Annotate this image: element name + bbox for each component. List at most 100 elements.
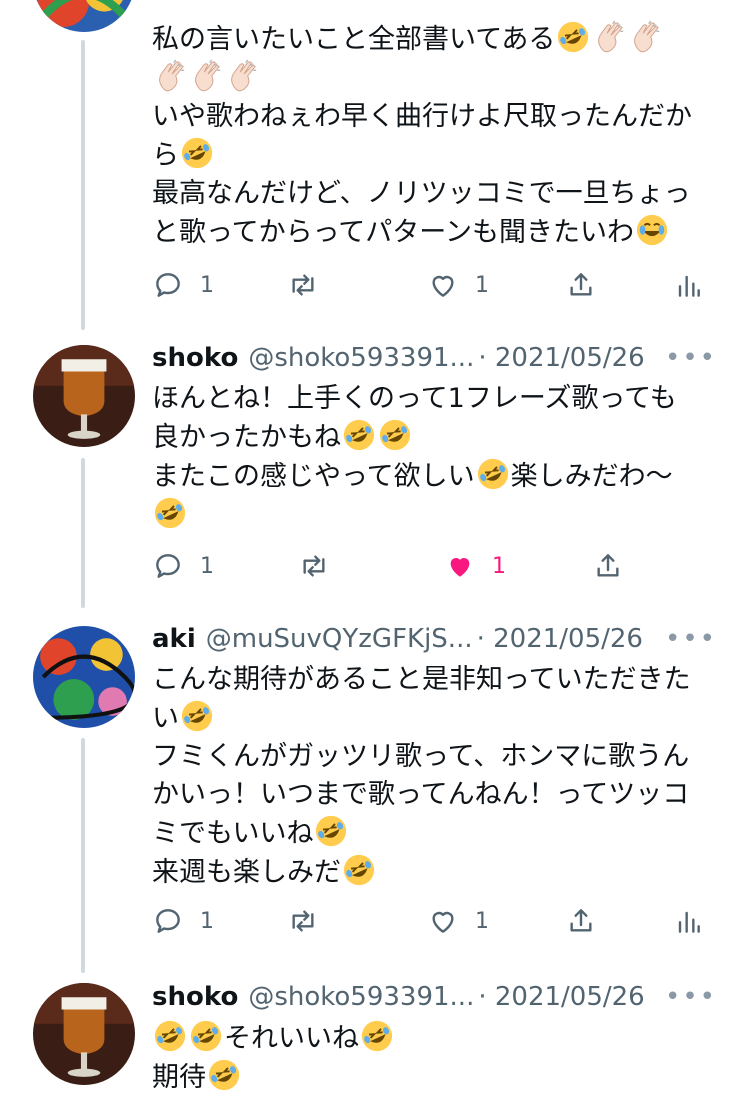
more-icon[interactable]: ••• — [665, 338, 717, 378]
tweet-date[interactable]: · 2021/05/26 — [478, 977, 644, 1017]
share-button[interactable] — [565, 903, 597, 939]
share-button[interactable] — [592, 548, 624, 584]
thread-line — [81, 458, 85, 608]
tweet-actions: 1 1 — [152, 903, 712, 939]
rofl-emoji — [556, 20, 590, 54]
analytics-icon — [678, 911, 700, 933]
like-button[interactable]: 1 — [427, 903, 489, 939]
reply-icon — [156, 554, 180, 578]
rofl-emoji — [342, 418, 376, 452]
tweet-actions: 1 1 — [152, 267, 712, 303]
tweet-date[interactable]: · 2021/05/26 — [478, 338, 644, 378]
reply-count: 1 — [200, 553, 214, 579]
rofl-emoji — [153, 496, 187, 530]
share-button[interactable] — [565, 267, 597, 303]
tweet-line: い — [152, 703, 179, 734]
tweet-line: と歌ってからってパターンも聞きたいわ — [152, 217, 634, 248]
tweet[interactable]: shoko @shoko593391... · 2021/05/26 ••• そ… — [152, 977, 727, 1097]
reply-button[interactable]: 1 — [152, 903, 214, 939]
clap-emoji — [592, 20, 626, 54]
avatar-beer-image — [33, 983, 135, 1085]
more-icon[interactable]: ••• — [665, 977, 717, 1017]
like-icon-filled — [450, 558, 470, 577]
like-button[interactable]: 1 — [427, 267, 489, 303]
analytics-button[interactable] — [672, 903, 704, 939]
like-count: 1 — [475, 908, 489, 934]
retweet-icon — [303, 555, 325, 577]
tweet-line: ほんとね！上手くのって1フレーズ歌っても — [152, 383, 677, 414]
avatar[interactable] — [33, 0, 135, 32]
share-icon — [570, 909, 592, 932]
like-count: 1 — [492, 553, 506, 579]
rofl-emoji — [360, 1019, 394, 1053]
rofl-emoji — [180, 699, 214, 733]
reply-count: 1 — [200, 908, 214, 934]
tweet-text: それいいね 期待 — [152, 1019, 727, 1097]
user-handle[interactable]: @muSuvQYzGFKjS... — [206, 619, 473, 659]
rofl-emoji — [153, 1019, 187, 1053]
analytics-button[interactable] — [672, 267, 704, 303]
retweet-button[interactable] — [287, 903, 319, 939]
like-button[interactable]: 1 — [444, 548, 506, 584]
tweet-line: 来週も楽しみだ — [152, 857, 341, 888]
tweet-line: 私の言いたいこと全部書いてある — [152, 24, 556, 55]
tweet-text: ほんとね！上手くのって1フレーズ歌っても 良かったかもね またこの感じやって欲し… — [152, 380, 727, 535]
clap-emoji — [225, 59, 259, 93]
more-icon[interactable]: ••• — [665, 619, 717, 659]
like-icon — [432, 911, 454, 933]
avatar-art — [33, 0, 135, 32]
rofl-emoji — [189, 1019, 223, 1053]
tweet-header: aki @muSuvQYzGFKjS... · 2021/05/26 — [152, 619, 727, 659]
display-name[interactable]: shoko — [152, 338, 238, 378]
display-name[interactable]: shoko — [152, 977, 238, 1017]
tweet-actions: 1 1 — [152, 548, 712, 584]
tweet-header: shoko @shoko593391... · 2021/05/26 — [152, 977, 727, 1017]
retweet-icon — [292, 910, 314, 932]
rofl-emoji — [314, 814, 348, 848]
tweet-date[interactable]: · 2021/05/26 — [477, 619, 643, 659]
reply-button[interactable]: 1 — [152, 267, 214, 303]
tweet-line: 期待 — [152, 1062, 206, 1093]
avatar[interactable] — [33, 345, 135, 447]
tweet-line: いや歌わねぇわ早く曲行けよ尺取ったんだか — [152, 101, 692, 132]
tweet-line: かいっ！いつまで歌ってんねん！ってツッコ — [152, 779, 690, 810]
tweet[interactable]: 私の言いたいこと全部書いてある いや歌わねぇわ早く曲行けよ尺取ったんだか ら 最… — [152, 18, 727, 252]
retweet-button[interactable] — [287, 267, 319, 303]
tweet-header: shoko @shoko593391... · 2021/05/26 — [152, 338, 727, 378]
tweet-line: ミでもいいね — [152, 818, 314, 849]
share-icon — [597, 554, 619, 577]
user-handle[interactable]: @shoko593391... — [248, 338, 474, 378]
tweet[interactable]: aki @muSuvQYzGFKjS... · 2021/05/26 ••• こ… — [152, 619, 727, 892]
like-icon — [432, 275, 454, 297]
reply-button[interactable]: 1 — [152, 548, 214, 584]
tweet-line: 楽しみだわ〜 — [510, 461, 673, 492]
reply-icon — [156, 909, 180, 933]
reply-icon — [156, 273, 180, 297]
thread-line — [81, 40, 85, 330]
avatar[interactable] — [33, 983, 135, 1085]
retweet-icon — [292, 274, 314, 296]
retweet-button[interactable] — [298, 548, 330, 584]
tweet-line: フミくんがガッツリ歌って、ホンマに歌うん — [152, 741, 690, 772]
tweet[interactable]: shoko @shoko593391... · 2021/05/26 ••• ほ… — [152, 338, 727, 535]
reply-count: 1 — [200, 272, 214, 298]
rofl-emoji — [207, 1058, 241, 1092]
rofl-emoji — [180, 136, 214, 170]
analytics-icon — [678, 275, 700, 297]
share-icon — [570, 273, 592, 296]
avatar[interactable] — [33, 626, 135, 728]
clap-emoji — [189, 59, 223, 93]
tweet-text: 私の言いたいこと全部書いてある いや歌わねぇわ早く曲行けよ尺取ったんだか ら 最… — [152, 20, 727, 252]
thread-line — [81, 738, 85, 973]
tweet-text: こんな期待があること是非知っていただきた い フミくんがガッツリ歌って、ホンマに… — [152, 661, 727, 892]
tweet-line: こんな期待があること是非知っていただきた — [152, 664, 691, 695]
rofl-emoji — [378, 418, 412, 452]
tweet-line: またこの感じやって欲しい — [152, 461, 475, 492]
avatar-art — [33, 626, 135, 728]
rofl-emoji — [476, 457, 510, 491]
display-name[interactable]: aki — [152, 619, 196, 659]
clap-emoji — [628, 20, 662, 54]
clap-emoji — [153, 59, 187, 93]
rofl-emoji — [342, 853, 376, 887]
user-handle[interactable]: @shoko593391... — [248, 977, 474, 1017]
